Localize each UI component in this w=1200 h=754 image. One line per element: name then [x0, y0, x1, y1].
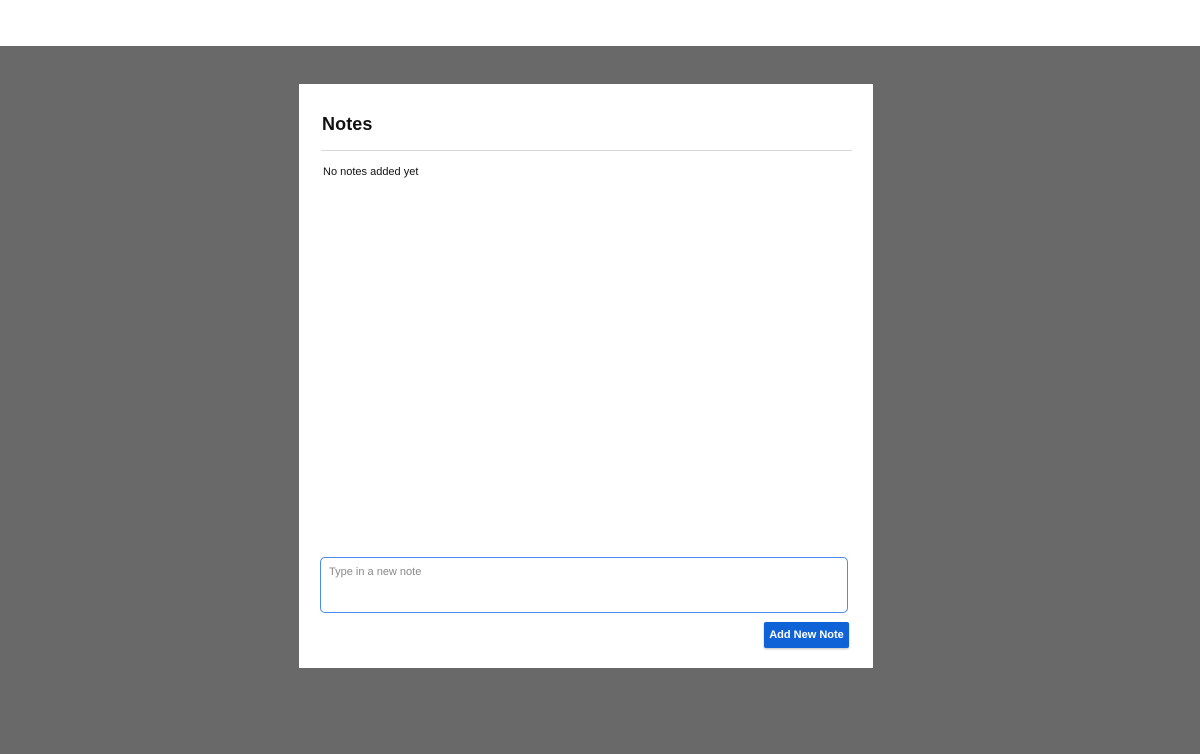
empty-notes-message: No notes added yet [323, 166, 419, 178]
new-note-input[interactable] [320, 557, 848, 613]
add-new-note-button[interactable]: Add New Note [764, 622, 849, 648]
title-divider [321, 150, 852, 151]
top-bar [0, 0, 1200, 46]
notes-modal: Notes No notes added yet Add New Note [299, 84, 873, 668]
page: Notes No notes added yet Add New Note [0, 0, 1200, 754]
modal-title: Notes [322, 114, 373, 134]
